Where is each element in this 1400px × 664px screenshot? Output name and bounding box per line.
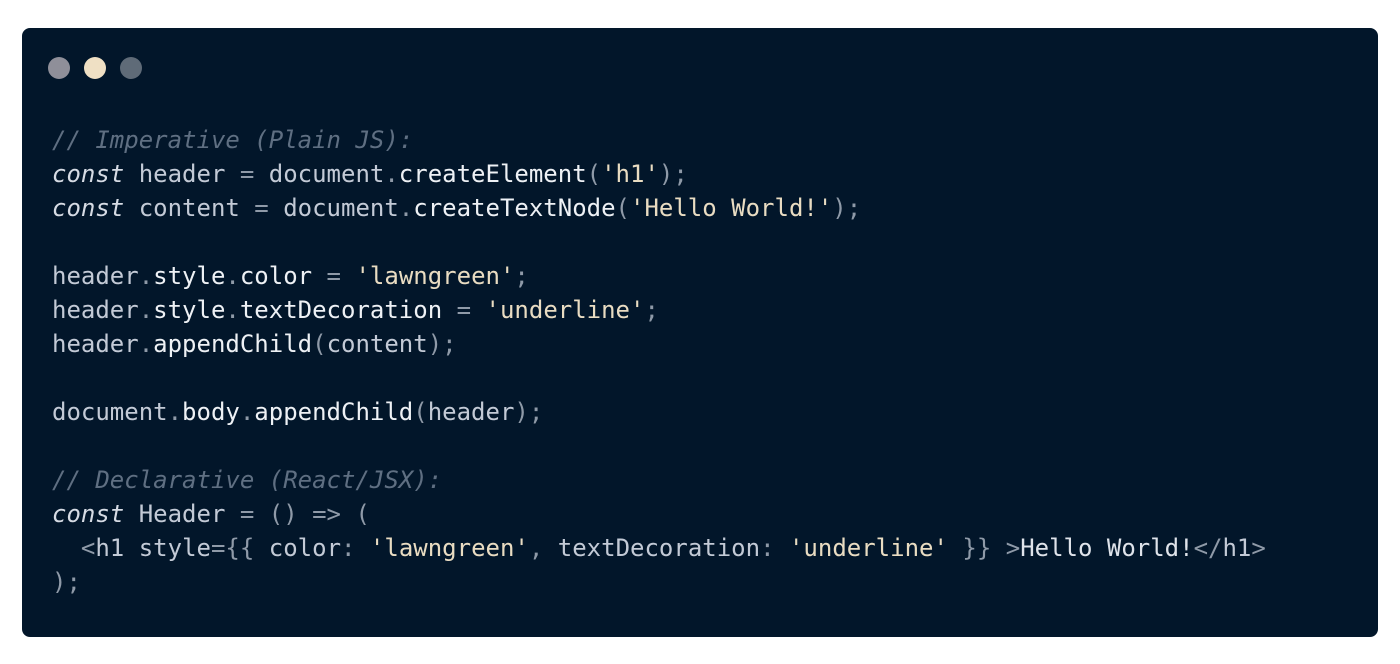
code-token-var: Header: [124, 500, 240, 528]
code-token-string: 'underline': [788, 534, 948, 562]
code-token-prop: createTextNode: [413, 194, 616, 222]
code-token-var: color: [268, 534, 342, 562]
code-token-punct: (: [615, 194, 630, 222]
code-token-punct: </: [1193, 534, 1223, 562]
code-token-var: header: [52, 330, 139, 358]
code-token-punct: );: [52, 568, 81, 596]
code-line: header.style.color = 'lawngreen';: [52, 259, 1266, 293]
code-token-punct: <: [52, 534, 96, 562]
code-token-punct: );: [658, 160, 688, 188]
code-line: const header = document.createElement('h…: [52, 157, 1266, 191]
code-token-var: header: [124, 160, 240, 188]
code-token-tag: h1: [1222, 534, 1252, 562]
code-token-prop: appendChild: [153, 330, 313, 358]
code-token-punct: .: [239, 398, 255, 426]
code-token-keyword: const: [52, 194, 125, 222]
code-token-var: header: [427, 398, 515, 426]
code-token-punct: =: [312, 262, 356, 290]
code-token-prop: color: [239, 262, 313, 290]
window-controls: [48, 57, 142, 79]
code-token-punct: .: [225, 296, 240, 324]
code-token-punct: .: [138, 262, 154, 290]
code-token-punct: >: [1251, 534, 1266, 562]
code-token-punct: .: [225, 262, 240, 290]
code-token-punct: =: [239, 500, 255, 528]
code-token-var: document: [52, 398, 168, 426]
code-block: // Imperative (Plain JS): const header = …: [52, 123, 1266, 599]
code-line: const content = document.createTextNode(…: [52, 191, 1266, 225]
code-line: document.body.appendChild(header);: [52, 395, 1266, 429]
code-token-punct: ;: [514, 262, 529, 290]
code-token-punct: .: [384, 160, 399, 188]
code-token-punct: (: [312, 330, 327, 358]
code-token-punct: );: [832, 194, 862, 222]
code-token-var: style: [124, 534, 211, 562]
code-comment-line: // Imperative (Plain JS):: [52, 123, 1266, 157]
code-token-punct: );: [427, 330, 457, 358]
code-token-prop: style: [153, 296, 226, 324]
code-token-text: Hello World!: [1020, 534, 1194, 562]
code-token-punct: =: [442, 296, 486, 324]
code-token-var: content: [124, 194, 255, 222]
code-token-var: document: [268, 194, 399, 222]
code-line: const Header = () => (: [52, 497, 1266, 531]
code-token-punct: =: [254, 194, 269, 222]
code-token-tag: h1: [95, 534, 125, 562]
code-token-var: header: [52, 296, 139, 324]
code-token-punct: (: [586, 160, 602, 188]
code-token-punct: );: [514, 398, 544, 426]
code-token-prop: createElement: [398, 160, 587, 188]
code-token-punct: =: [239, 160, 255, 188]
minimize-dot-icon[interactable]: [84, 57, 106, 79]
code-token-prop: body: [182, 398, 240, 426]
code-window: // Imperative (Plain JS): const header = …: [22, 28, 1378, 637]
code-token-var: header: [52, 262, 139, 290]
code-token-comment: // Declarative (React/JSX):: [52, 466, 443, 494]
code-token-punct: ={{: [210, 534, 269, 562]
code-token-punct: :: [760, 534, 789, 562]
code-token-punct: ;: [644, 296, 659, 324]
close-dot-icon[interactable]: [48, 57, 70, 79]
code-token-prop: appendChild: [254, 398, 414, 426]
code-token-prop: textDecoration: [239, 296, 443, 324]
code-token-var: document: [254, 160, 385, 188]
code-token-string: 'lawngreen': [369, 534, 529, 562]
code-token-punct: .: [138, 296, 154, 324]
code-token-keyword: const: [52, 500, 125, 528]
code-line: );: [52, 565, 1266, 599]
code-token-var: textDecoration: [557, 534, 761, 562]
code-token-punct: .: [398, 194, 414, 222]
code-token-punct: .: [138, 330, 154, 358]
maximize-dot-icon[interactable]: [120, 57, 142, 79]
code-token-punct: .: [167, 398, 183, 426]
code-token-keyword: const: [52, 160, 125, 188]
code-token-string: 'Hello World!': [630, 194, 833, 222]
code-token-string: 'underline': [485, 296, 645, 324]
code-token-punct: ,: [528, 534, 558, 562]
code-token-punct: :: [341, 534, 370, 562]
code-token-var: content: [326, 330, 428, 358]
code-token-comment: // Imperative (Plain JS):: [52, 126, 414, 154]
code-line: header.style.textDecoration = 'underline…: [52, 293, 1266, 327]
code-comment-line: // Declarative (React/JSX):: [52, 463, 1266, 497]
code-token-punct: () => (: [254, 500, 370, 528]
code-line: <h1 style={{ color: 'lawngreen', textDec…: [52, 531, 1266, 565]
code-token-prop: style: [153, 262, 226, 290]
code-line: header.appendChild(content);: [52, 327, 1266, 361]
code-token-punct: (: [413, 398, 428, 426]
code-token-string: 'h1': [601, 160, 659, 188]
code-token-punct: }} >: [947, 534, 1021, 562]
code-token-string: 'lawngreen': [355, 262, 515, 290]
